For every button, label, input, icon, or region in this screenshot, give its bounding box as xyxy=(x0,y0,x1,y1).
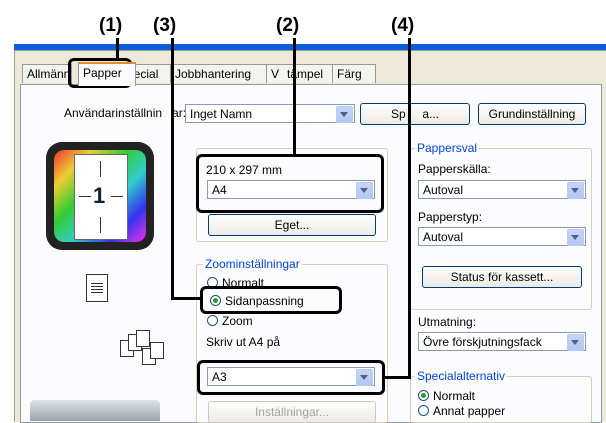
default-settings-button[interactable]: Grundinställning xyxy=(478,103,586,125)
output-tray-select[interactable]: Övre förskjutningsfack xyxy=(418,332,586,351)
custom-paper-button[interactable]: Eget... xyxy=(208,214,376,236)
callout-4: (4) xyxy=(391,15,415,36)
user-settings-label: Användarinställnin ar: xyxy=(64,106,187,120)
paper-type-label: Papperstyp: xyxy=(418,210,483,224)
user-settings-select[interactable]: Inget Namn xyxy=(185,104,355,123)
tab-job-handling[interactable]: Jobbhantering xyxy=(170,64,272,83)
paper-type-select[interactable]: Autoval xyxy=(418,227,586,246)
page-preview-frame: 1 xyxy=(46,142,154,250)
chevron-down-icon xyxy=(336,106,353,123)
zoom-group-title: Zoominställningar xyxy=(203,257,302,271)
leader-4-horizontal xyxy=(385,376,411,379)
chevron-down-icon xyxy=(567,229,584,246)
special-normal-label: Normalt xyxy=(433,389,476,403)
page-icon: 1 xyxy=(74,154,128,240)
paper-source-label: Papperskälla: xyxy=(418,162,491,176)
paper-source-select[interactable]: Autoval xyxy=(418,180,586,199)
callout-3: (3) xyxy=(153,15,177,36)
chevron-down-icon xyxy=(567,182,584,199)
page-number: 1 xyxy=(93,183,106,208)
output-label: Utmatning: xyxy=(418,315,477,329)
leader-3-horizontal xyxy=(171,297,201,300)
callout-box-4 xyxy=(197,360,385,395)
leader-3-vertical xyxy=(171,38,174,300)
leader-2 xyxy=(293,38,296,156)
tab-stamp[interactable]: Vtämpel xyxy=(266,64,338,83)
zoom-radio[interactable] xyxy=(207,315,218,326)
chevron-down-icon xyxy=(567,334,584,351)
printer-icon xyxy=(30,400,160,421)
callout-1: (1) xyxy=(99,15,123,36)
save-settings-button[interactable]: Sp a... xyxy=(360,103,470,125)
callout-box-2 xyxy=(196,154,384,213)
special-options-title: Specialalternativ xyxy=(415,369,508,383)
print-on-label: Skriv ut A4 på xyxy=(206,335,281,349)
tab-color[interactable]: Färg xyxy=(332,64,376,83)
callout-box-3 xyxy=(200,286,342,314)
tray-status-button[interactable]: Status för kassett... xyxy=(422,266,582,288)
leader-4-vertical xyxy=(408,38,411,379)
document-icon xyxy=(86,274,108,302)
output-stack-icon xyxy=(120,330,180,370)
tab-paper[interactable]: Papper xyxy=(78,62,136,86)
leader-1 xyxy=(116,38,119,60)
zoom-settings-button[interactable]: Inställningar... xyxy=(208,401,376,423)
zoom-label: Zoom xyxy=(222,314,253,328)
paper-select-title: Pappersval xyxy=(415,141,480,155)
callout-2: (2) xyxy=(276,15,300,36)
tab-general[interactable]: Allmänn xyxy=(22,64,72,83)
special-other-paper-radio[interactable] xyxy=(418,405,429,416)
special-other-paper-label: Annat papper xyxy=(433,404,506,418)
special-normal-radio[interactable] xyxy=(418,390,429,401)
